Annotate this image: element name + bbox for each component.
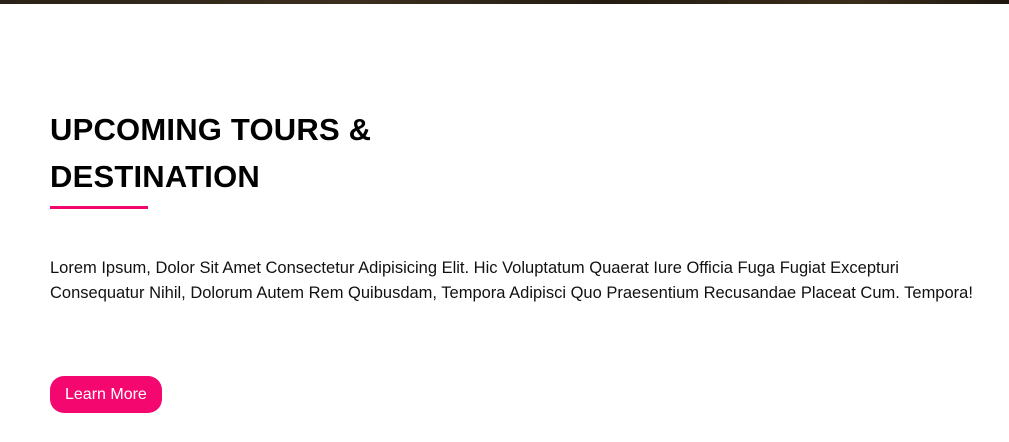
learn-more-button[interactable]: Learn More: [50, 376, 162, 413]
upcoming-tours-section: UPCOMING TOURS & DESTINATION Lorem Ipsum…: [50, 106, 985, 306]
title-underline: [50, 206, 148, 209]
hero-image-bottom-edge: [0, 0, 1009, 4]
section-description: Lorem Ipsum, Dolor Sit Amet Consectetur …: [50, 259, 973, 302]
section-title: UPCOMING TOURS & DESTINATION: [50, 112, 372, 194]
